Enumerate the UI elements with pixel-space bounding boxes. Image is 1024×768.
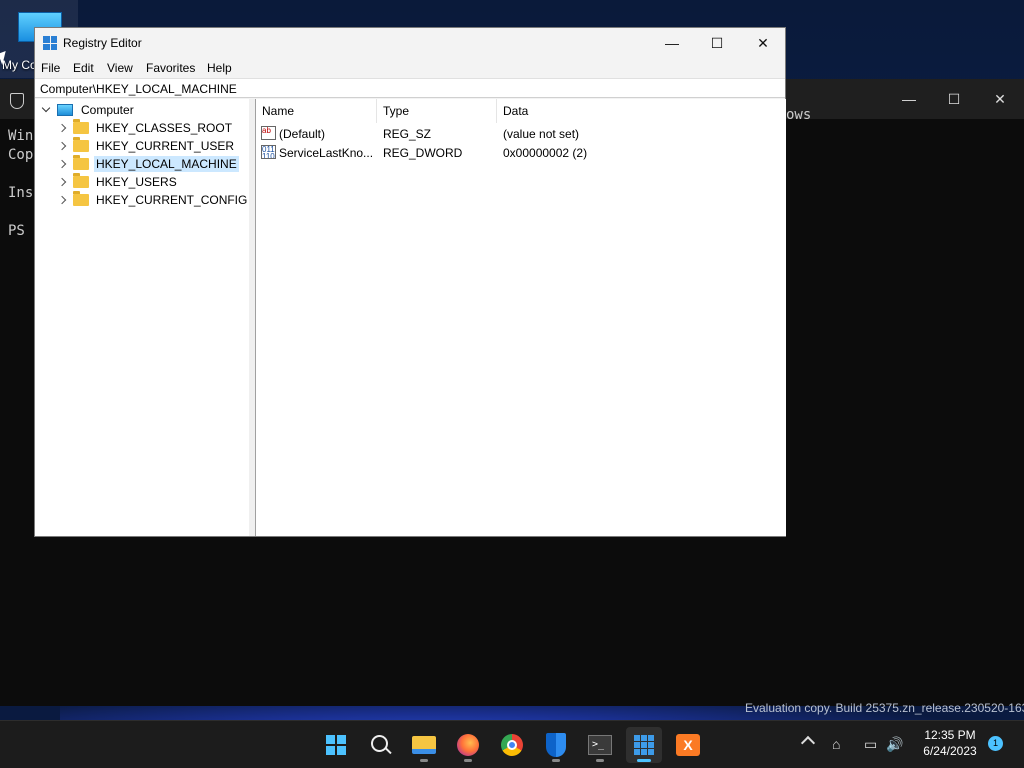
terminal-close-button[interactable]: ✕: [977, 85, 1023, 113]
folder-icon: [73, 155, 89, 170]
column-header-type[interactable]: Type: [377, 99, 497, 123]
value-name: (Default): [279, 127, 326, 141]
chevron-right-icon[interactable]: [57, 195, 67, 205]
values-list-pane[interactable]: Name Type Data ab (Default) REG_SZ (valu…: [255, 99, 786, 536]
terminal-line: Win: [8, 128, 34, 144]
taskbar-registry-editor[interactable]: [626, 727, 662, 763]
terminal-maximize-button[interactable]: ☐: [931, 85, 977, 113]
registry-editor-icon: [43, 36, 57, 50]
string-value-icon: ab: [261, 126, 276, 140]
close-button[interactable]: ✕: [740, 28, 786, 58]
terminal-line: Ins: [8, 185, 34, 201]
tree-item-label: Computer: [81, 103, 134, 117]
column-header-name[interactable]: Name: [256, 99, 377, 123]
terminal-text-fragment: ows: [786, 107, 812, 123]
active-indicator: [637, 759, 651, 762]
tree-item-computer[interactable]: Computer: [41, 101, 136, 119]
running-indicator: [596, 759, 604, 762]
regedit-titlebar[interactable]: Registry Editor — ☐ ✕: [35, 28, 785, 58]
taskbar-start-button[interactable]: [318, 727, 354, 763]
window-title: Registry Editor: [63, 36, 142, 50]
value-row-servicelastknown[interactable]: 011 110 ServiceLastKno... REG_DWORD 0x00…: [256, 144, 786, 163]
menu-file[interactable]: File: [41, 61, 60, 75]
file-explorer-icon: [412, 736, 436, 754]
volume-icon[interactable]: 🔊: [886, 736, 903, 753]
tree-item-hkey-users[interactable]: HKEY_USERS: [57, 173, 179, 191]
key-tree-pane[interactable]: Computer HKEY_CLASSES_ROOT HKEY_CURRENT_…: [35, 99, 250, 536]
registry-editor-window[interactable]: Registry Editor — ☐ ✕ File Edit View Fav…: [34, 27, 786, 537]
xampp-icon: X: [676, 734, 700, 756]
value-data: (value not set): [503, 127, 580, 141]
network-icon[interactable]: ⌂: [832, 736, 840, 752]
clock-date: 6/24/2023: [923, 744, 977, 758]
folder-icon: [73, 173, 89, 188]
tree-item-hkey-local-machine[interactable]: HKEY_LOCAL_MACHINE: [57, 155, 239, 173]
folder-icon: [73, 119, 89, 134]
tree-item-label: HKEY_LOCAL_MACHINE: [94, 156, 239, 172]
address-path: Computer\HKEY_LOCAL_MACHINE: [40, 82, 237, 96]
taskbar-windows-security[interactable]: [538, 727, 574, 763]
folder-icon: [73, 137, 89, 152]
firefox-icon: [457, 734, 479, 756]
registry-editor-icon: [634, 735, 654, 755]
taskbar-xampp[interactable]: X: [670, 727, 706, 763]
tree-item-hkey-current-config[interactable]: HKEY_CURRENT_CONFIG: [57, 191, 249, 209]
value-data: 0x00000002 (2): [503, 146, 588, 160]
terminal-minimize-button[interactable]: —: [886, 85, 932, 113]
maximize-button[interactable]: ☐: [694, 28, 740, 58]
taskbar-chrome[interactable]: [494, 727, 530, 763]
tree-item-label: HKEY_CURRENT_CONFIG: [96, 193, 248, 207]
tree-item-hkey-classes-root[interactable]: HKEY_CLASSES_ROOT: [57, 119, 234, 137]
value-row-default[interactable]: ab (Default) REG_SZ (value not set): [256, 125, 786, 144]
value-type: REG_SZ: [383, 127, 432, 141]
running-indicator: [464, 759, 472, 762]
terminal-line: Cop: [8, 147, 34, 163]
value-type: REG_DWORD: [383, 146, 463, 160]
display-icon[interactable]: ▭: [864, 736, 877, 753]
taskbar-clock[interactable]: 12:35 PM 6/24/2023: [915, 727, 985, 759]
windows-security-shield-icon: [546, 733, 566, 757]
chevron-down-icon[interactable]: [41, 105, 51, 115]
taskbar-file-explorer[interactable]: [406, 727, 442, 763]
folder-icon: [73, 191, 89, 206]
windows-logo-icon: [326, 735, 346, 755]
tree-item-label: HKEY_USERS: [96, 175, 177, 189]
chevron-right-icon[interactable]: [57, 177, 67, 187]
menu-view[interactable]: View: [107, 61, 133, 75]
chrome-icon: [501, 734, 523, 756]
binary-value-icon: 011 110: [261, 145, 276, 159]
taskbar-terminal[interactable]: >_: [582, 727, 618, 763]
terminal-icon: >_: [588, 735, 612, 755]
menu-bar: File Edit View Favorites Help: [35, 58, 785, 78]
menu-edit[interactable]: Edit: [73, 61, 94, 75]
column-header-data[interactable]: Data: [497, 99, 785, 123]
chevron-right-icon[interactable]: [57, 141, 67, 151]
tree-item-label: HKEY_CLASSES_ROOT: [96, 121, 233, 135]
minimize-button[interactable]: —: [649, 28, 695, 58]
evaluation-watermark: Evaluation copy. Build 25375.zn_release.…: [745, 701, 1024, 715]
tree-item-label: HKEY_CURRENT_USER: [96, 139, 235, 153]
menu-help[interactable]: Help: [207, 61, 232, 75]
chevron-right-icon[interactable]: [57, 123, 67, 133]
taskbar-search-button[interactable]: [362, 727, 398, 763]
terminal-line: PS: [8, 223, 25, 239]
menu-favorites[interactable]: Favorites: [146, 61, 195, 75]
terminal-output[interactable]: Win Cop Ins PS: [8, 127, 33, 241]
address-bar[interactable]: Computer\HKEY_LOCAL_MACHINE: [35, 78, 785, 98]
tree-item-hkey-current-user[interactable]: HKEY_CURRENT_USER: [57, 137, 236, 155]
chevron-right-icon[interactable]: [57, 159, 67, 169]
clock-time: 12:35 PM: [924, 728, 976, 742]
value-name: ServiceLastKno...: [279, 146, 374, 160]
running-indicator: [552, 759, 560, 762]
notification-badge[interactable]: 1: [988, 736, 1003, 751]
running-indicator: [420, 759, 428, 762]
computer-icon: [57, 104, 73, 116]
shield-icon: [10, 93, 24, 109]
search-icon: [371, 735, 388, 752]
taskbar-firefox[interactable]: [450, 727, 486, 763]
